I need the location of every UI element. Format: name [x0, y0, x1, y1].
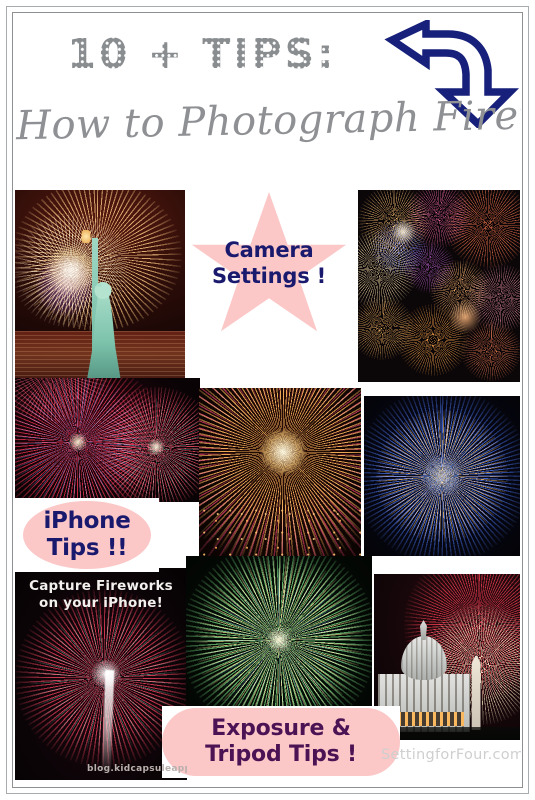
photo-multicolor-fireworks-cluster	[358, 190, 520, 382]
photo-collage: Camera Settings ! iPhone Tips !! Capture…	[14, 182, 521, 786]
badge-iphone-tips-line1: iPhone	[43, 507, 131, 534]
photo-blue-gold-burst	[364, 396, 520, 556]
badge-iphone-tips-line2: Tips !!	[46, 535, 128, 561]
header-section: 10 + TIPS: How to Photograph Fireworks!	[14, 14, 521, 182]
badge-iphone-tips-label: iPhone Tips !!	[43, 508, 130, 562]
watermark-right: SettingforFour.com	[381, 747, 521, 763]
badge-iphone-tips: iPhone Tips !!	[15, 498, 159, 572]
pinterest-graphic: 10 + TIPS: How to Photograph Fireworks!	[0, 0, 535, 800]
page-title: How to Photograph Fireworks!	[15, 89, 521, 150]
eyebrow-heading: 10 + TIPS:	[32, 34, 372, 75]
badge-exposure-tripod-label: Exposure & Tripod Tips !	[205, 716, 357, 769]
eyebrow-text: 10 + TIPS:	[67, 30, 337, 78]
badge-exposure-tripod-line1: Exposure &	[211, 715, 351, 741]
badge-camera-settings: Camera Settings !	[190, 192, 348, 342]
badge-camera-settings-line2: Settings !	[211, 263, 326, 288]
watermark-left: blog.kidcapsuleapp.com	[87, 764, 187, 774]
badge-exposure-tripod-line2: Tripod Tips !	[205, 742, 357, 767]
badge-camera-settings-line1: Camera	[224, 238, 314, 262]
caption-iphone-line1: Capture Fireworks	[29, 578, 173, 594]
badge-exposure-tripod: Exposure & Tripod Tips !	[162, 706, 400, 778]
badge-camera-settings-label: Camera Settings !	[190, 238, 348, 289]
caption-iphone-line2: on your iPhone!	[39, 594, 163, 611]
caption-iphone-photo: Capture Fireworks on your iPhone!	[15, 578, 187, 612]
photo-statue-of-liberty-fireworks	[15, 190, 185, 389]
photo-red-fireworks-pair	[15, 378, 200, 502]
